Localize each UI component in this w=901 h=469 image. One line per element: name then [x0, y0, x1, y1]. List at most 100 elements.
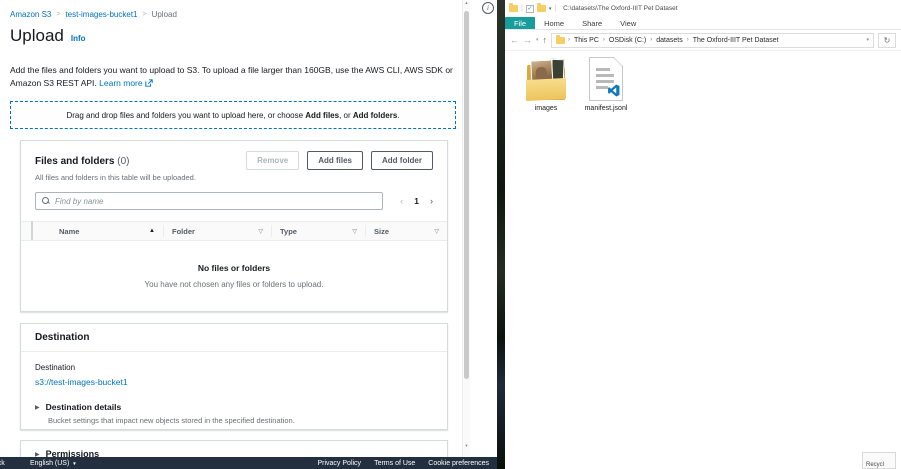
breadcrumb-amazon-s3[interactable]: Amazon S3: [10, 10, 51, 19]
fragment-text: Recycl: [866, 462, 884, 468]
add-folder-button[interactable]: Add folder: [371, 151, 433, 170]
tab-share[interactable]: Share: [573, 17, 611, 29]
tab-file[interactable]: File: [505, 17, 535, 29]
vertical-scrollbar[interactable]: ▲ ▼: [462, 0, 470, 458]
address-separator-icon: ›: [687, 37, 689, 43]
filter-icon: ▽: [258, 228, 263, 235]
destination-details-desc: Bucket settings that impact new objects …: [48, 416, 433, 425]
aws-page-content: Amazon S3 > test-images-bucket1 > Upload…: [0, 0, 462, 458]
feedback-link[interactable]: Feedback: [0, 460, 5, 467]
recent-locations-icon[interactable]: ▾: [536, 37, 539, 43]
files-panel-subtitle: All files and folders in this table will…: [21, 170, 447, 182]
separator: |: [521, 5, 523, 12]
address-separator-icon: ›: [650, 37, 652, 43]
column-header-size[interactable]: Size ▽: [365, 225, 447, 237]
scroll-up-icon[interactable]: ▲: [463, 0, 470, 5]
address-segment-osdisk[interactable]: OSDisk (C:): [609, 37, 646, 44]
info-link[interactable]: Info: [71, 34, 86, 43]
dogear-corner: [613, 58, 622, 67]
destination-panel: Destination Destination s3://test-images…: [20, 323, 448, 430]
back-icon[interactable]: ←: [510, 36, 519, 45]
page-title: Upload: [10, 26, 64, 46]
address-segment-datasets[interactable]: datasets: [656, 37, 682, 44]
select-all-checkbox[interactable]: [31, 221, 33, 240]
dropzone[interactable]: Drag and drop files and folders you want…: [10, 101, 456, 129]
forward-icon[interactable]: →: [523, 36, 532, 45]
properties-icon[interactable]: ✓: [526, 5, 534, 13]
file-explorer-window: | ✓ ▾ | C:\datasets\The Oxford-IIIT Pet …: [505, 0, 901, 469]
address-segment-dataset-folder[interactable]: The Oxford-IIIT Pet Dataset: [693, 37, 779, 44]
breadcrumb: Amazon S3 > test-images-bucket1 > Upload: [10, 10, 177, 19]
new-folder-icon[interactable]: [537, 5, 546, 12]
sort-ascending-icon: ▲: [149, 228, 155, 234]
select-all-cell: [21, 222, 51, 240]
destination-bucket-link[interactable]: s3://test-images-bucket1: [35, 377, 433, 387]
files-panel-header: Files and folders (0) Remove Add files A…: [21, 141, 447, 170]
destination-panel-body: Destination s3://test-images-bucket1 ▶ D…: [21, 352, 447, 425]
column-header-name[interactable]: Name ▲: [51, 225, 163, 237]
explorer-file-list: images manifest.jsonl: [505, 51, 901, 451]
terms-of-use-link[interactable]: Terms of Use: [374, 460, 415, 467]
breadcrumb-bucket[interactable]: test-images-bucket1: [65, 10, 137, 19]
privacy-policy-link[interactable]: Privacy Policy: [317, 460, 361, 467]
search-box[interactable]: [35, 192, 383, 210]
column-header-folder[interactable]: Folder ▽: [163, 225, 271, 237]
search-row: ‹ 1 ›: [35, 192, 433, 210]
page-title-row: Upload Info: [10, 26, 86, 46]
scroll-down-icon[interactable]: ▼: [463, 443, 470, 448]
window-title-path: C:\datasets\The Oxford-IIIT Pet Dataset: [563, 5, 677, 12]
info-icon[interactable]: i: [482, 2, 494, 14]
footer-links: Privacy Policy Terms of Use Cookie prefe…: [317, 460, 489, 467]
page-number[interactable]: 1: [414, 196, 419, 206]
files-and-folders-panel: Files and folders (0) Remove Add files A…: [20, 140, 448, 312]
empty-state-subtitle: You have not chosen any files or folders…: [21, 280, 447, 289]
filter-icon: ▽: [352, 228, 357, 235]
page-prev-icon[interactable]: ‹: [400, 196, 403, 206]
remove-button[interactable]: Remove: [246, 151, 299, 170]
destination-details-label: Destination details: [46, 402, 122, 412]
aws-footer: Feedback English (US) ▼ Privacy Policy T…: [0, 457, 497, 469]
destination-panel-title: Destination: [21, 324, 447, 352]
aws-console-window: Amazon S3 > test-images-bucket1 > Upload…: [0, 0, 497, 469]
screenshot-root: Amazon S3 > test-images-bucket1 > Upload…: [0, 0, 901, 469]
breadcrumb-separator-icon: >: [142, 11, 146, 18]
pagination: ‹ 1 ›: [383, 196, 433, 206]
breadcrumb-separator-icon: >: [56, 11, 60, 18]
intro-text: Add the files and folders you want to up…: [10, 65, 453, 88]
address-history-icon[interactable]: ▾: [866, 37, 869, 43]
customize-toolbar-icon[interactable]: ▾: [549, 6, 552, 12]
filter-icon: ▽: [434, 228, 439, 235]
ribbon-tabs: File Home Share View: [505, 17, 901, 30]
learn-more-link[interactable]: Learn more: [99, 78, 142, 88]
external-link-icon: [145, 78, 153, 91]
cookie-preferences-link[interactable]: Cookie preferences: [428, 460, 489, 467]
address-segment-this-pc[interactable]: This PC: [574, 37, 599, 44]
address-separator-icon: ›: [568, 37, 570, 43]
scrollbar-thumb[interactable]: [464, 11, 469, 379]
jsonl-file-icon: [589, 57, 623, 101]
info-rail: i: [470, 0, 497, 458]
refresh-button[interactable]: ↻: [878, 33, 896, 48]
address-separator-icon: ›: [603, 37, 605, 43]
search-icon: [42, 197, 50, 205]
tab-home[interactable]: Home: [535, 17, 573, 29]
page-next-icon[interactable]: ›: [430, 196, 433, 206]
tab-view[interactable]: View: [611, 17, 645, 29]
images-folder-icon: [524, 56, 568, 102]
up-icon[interactable]: ↑: [543, 36, 548, 45]
breadcrumb-current: Upload: [152, 10, 177, 19]
language-selector[interactable]: English (US) ▼: [30, 460, 77, 467]
destination-details-toggle[interactable]: ▶ Destination details: [35, 402, 433, 412]
separator: |: [554, 5, 556, 12]
intro-paragraph: Add the files and folders you want to up…: [10, 64, 462, 91]
search-input[interactable]: [55, 197, 376, 206]
column-header-type[interactable]: Type ▽: [271, 225, 365, 237]
item-label: images: [535, 105, 558, 112]
list-item-images-folder[interactable]: images: [518, 56, 574, 112]
add-files-button[interactable]: Add files: [307, 151, 363, 170]
empty-state: No files or folders You have not chosen …: [21, 241, 447, 289]
explorer-titlebar: | ✓ ▾ | C:\datasets\The Oxford-IIIT Pet …: [505, 0, 901, 17]
address-bar[interactable]: › This PC › OSDisk (C:) › datasets › The…: [551, 33, 874, 48]
dropzone-text: Drag and drop files and folders you want…: [66, 111, 399, 120]
list-item-manifest-file[interactable]: manifest.jsonl: [579, 56, 633, 112]
